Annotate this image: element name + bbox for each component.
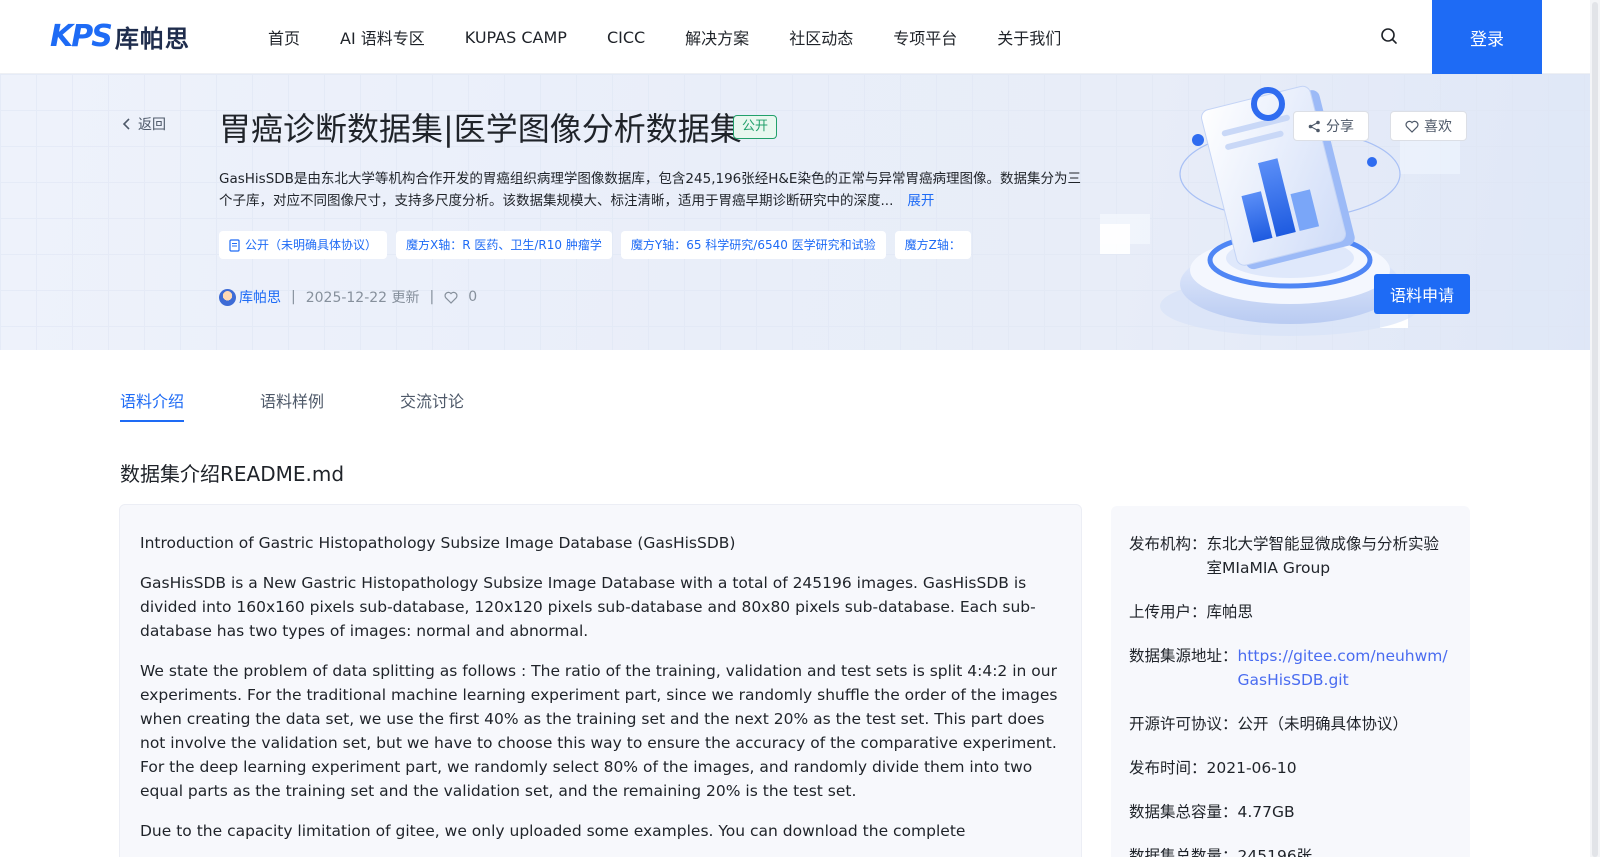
apply-corpus-button[interactable]: 语料申请 — [1374, 274, 1470, 314]
nav-item-solutions[interactable]: 解决方案 — [685, 25, 749, 49]
readme-paragraph: We state the problem of data splitting a… — [140, 662, 1058, 800]
tab-discussion[interactable]: 交流讨论 — [400, 388, 464, 422]
share-button[interactable]: 分享 — [1293, 111, 1369, 141]
section-title: 数据集介绍README.md — [120, 462, 345, 486]
nav-item-ai-corpus[interactable]: AI 语料专区 — [340, 25, 425, 49]
tag-list: 公开（未明确具体协议） 魔方X轴：R 医药、卫生/R10 肿瘤学 魔方Y轴：65… — [219, 231, 971, 259]
tag-cube-y[interactable]: 魔方Y轴：65 科学研究/6540 医学研究和试验 — [620, 231, 886, 259]
author-link[interactable]: 库帕思 — [219, 287, 281, 307]
back-button[interactable]: 返回 — [122, 114, 166, 134]
share-label: 分享 — [1326, 119, 1354, 135]
info-value: 2021-06-10 — [1206, 759, 1297, 777]
logo-mark: KPS — [50, 18, 113, 54]
expand-link[interactable]: 展开 — [907, 193, 934, 209]
tag-license-label: 公开（未明确具体协议） — [245, 238, 378, 252]
like-count: 0 — [468, 289, 478, 305]
info-label: 发布机构： — [1129, 535, 1207, 553]
like-button[interactable]: 喜欢 — [1390, 111, 1467, 141]
info-label: 数据集总容量： — [1129, 803, 1238, 821]
back-label: 返回 — [138, 117, 166, 133]
info-value: 公开（未明确具体协议） — [1237, 715, 1409, 733]
tag-cube-x[interactable]: 魔方X轴：R 医药、卫生/R10 肿瘤学 — [396, 231, 612, 259]
nav-item-cicc[interactable]: CICC — [607, 28, 645, 47]
info-value: 东北大学智能显微成像与分析实验室MIaMIA Group — [1206, 535, 1440, 577]
tag-license[interactable]: 公开（未明确具体协议） — [219, 231, 388, 259]
meta-divider: | — [291, 289, 296, 305]
info-label: 开源许可协议： — [1129, 715, 1238, 733]
top-navbar: KPS 库帕思 首页 AI 语料专区 KUPAS CAMP CICC 解决方案 … — [0, 0, 1592, 74]
info-label: 发布时间： — [1129, 759, 1207, 777]
info-label: 数据集源地址： — [1129, 647, 1238, 665]
readme-heading: Introduction of Gastric Histopathology S… — [140, 534, 736, 552]
info-value: 库帕思 — [1206, 603, 1254, 621]
heart-icon — [1405, 120, 1419, 133]
tag-cube-z[interactable]: 魔方Z轴： — [894, 231, 971, 259]
dataset-info-card: 发布机构： 东北大学智能显微成像与分析实验室MIaMIA Group 上传用户：… — [1111, 506, 1470, 857]
chevron-left-icon — [122, 118, 130, 130]
nav-menu: 首页 AI 语料专区 KUPAS CAMP CICC 解决方案 社区动态 专项平… — [268, 0, 1101, 74]
readme-paragraph: GasHisSDB is a New Gastric Histopatholog… — [140, 574, 1036, 640]
share-icon — [1308, 120, 1320, 132]
source-url-link[interactable]: https://gitee.com/neuhwm/GasHisSDB.git — [1238, 644, 1452, 692]
dataset-meta: 库帕思 | 2025-12-22 更新 | 0 — [219, 287, 477, 307]
heart-icon — [444, 291, 458, 304]
tab-samples[interactable]: 语料样例 — [260, 388, 324, 422]
tab-introduction[interactable]: 语料介绍 — [120, 388, 185, 422]
meta-divider: | — [429, 289, 435, 305]
readme-card: Introduction of Gastric Histopathology S… — [119, 504, 1082, 857]
update-date: 2025-12-22 更新 — [305, 290, 420, 306]
dataset-description: GasHisSDB是由东北大学等机构合作开发的胃癌组织病理学图像数据库，包含24… — [219, 168, 1089, 212]
info-label: 上传用户： — [1129, 603, 1207, 621]
info-uploader: 上传用户： 库帕思 — [1129, 600, 1452, 624]
info-source-url: 数据集源地址： https://gitee.com/neuhwm/GasHisS… — [1129, 644, 1452, 692]
page-scrollbar[interactable] — [1590, 0, 1600, 857]
logo-text: 库帕思 — [114, 24, 190, 53]
info-total-count: 数据集总数量： 245196张 — [1129, 844, 1452, 857]
info-value: 245196张 — [1237, 847, 1313, 857]
author-name: 库帕思 — [239, 290, 281, 306]
nav-item-platform[interactable]: 专项平台 — [893, 25, 957, 49]
search-icon[interactable] — [1380, 27, 1400, 47]
description-text: GasHisSDB是由东北大学等机构合作开发的胃癌组织病理学图像数据库，包含24… — [219, 171, 1081, 209]
nav-item-kupas-camp[interactable]: KUPAS CAMP — [465, 28, 567, 47]
content-tabs: 语料介绍 语料样例 交流讨论 — [120, 388, 464, 422]
info-total-size: 数据集总容量： 4.77GB — [1129, 800, 1452, 824]
nav-item-home[interactable]: 首页 — [268, 25, 300, 49]
info-value: 4.77GB — [1237, 803, 1295, 821]
dataset-header: 返回 胃癌诊断数据集|医学图像分析数据集 公开 GasHisSDB是由东北大学等… — [0, 74, 1590, 350]
info-release-date: 发布时间： 2021-06-10 — [1129, 756, 1452, 780]
info-license: 开源许可协议： 公开（未明确具体协议） — [1129, 712, 1452, 736]
document-icon — [229, 238, 240, 252]
scrollbar-thumb[interactable] — [1592, 2, 1598, 857]
login-button[interactable]: 登录 — [1432, 0, 1542, 74]
info-publisher: 发布机构： 东北大学智能显微成像与分析实验室MIaMIA Group — [1129, 532, 1452, 580]
logo[interactable]: KPS 库帕思 — [50, 18, 190, 54]
avatar — [219, 288, 236, 306]
like-label: 喜欢 — [1424, 119, 1452, 135]
readme-paragraph: Due to the capacity limitation of gitee,… — [140, 822, 966, 840]
public-badge: 公开 — [733, 115, 778, 139]
page-title: 胃癌诊断数据集|医学图像分析数据集 — [219, 110, 742, 148]
nav-item-community[interactable]: 社区动态 — [789, 25, 853, 49]
nav-item-about[interactable]: 关于我们 — [997, 25, 1061, 49]
info-label: 数据集总数量： — [1129, 847, 1238, 857]
